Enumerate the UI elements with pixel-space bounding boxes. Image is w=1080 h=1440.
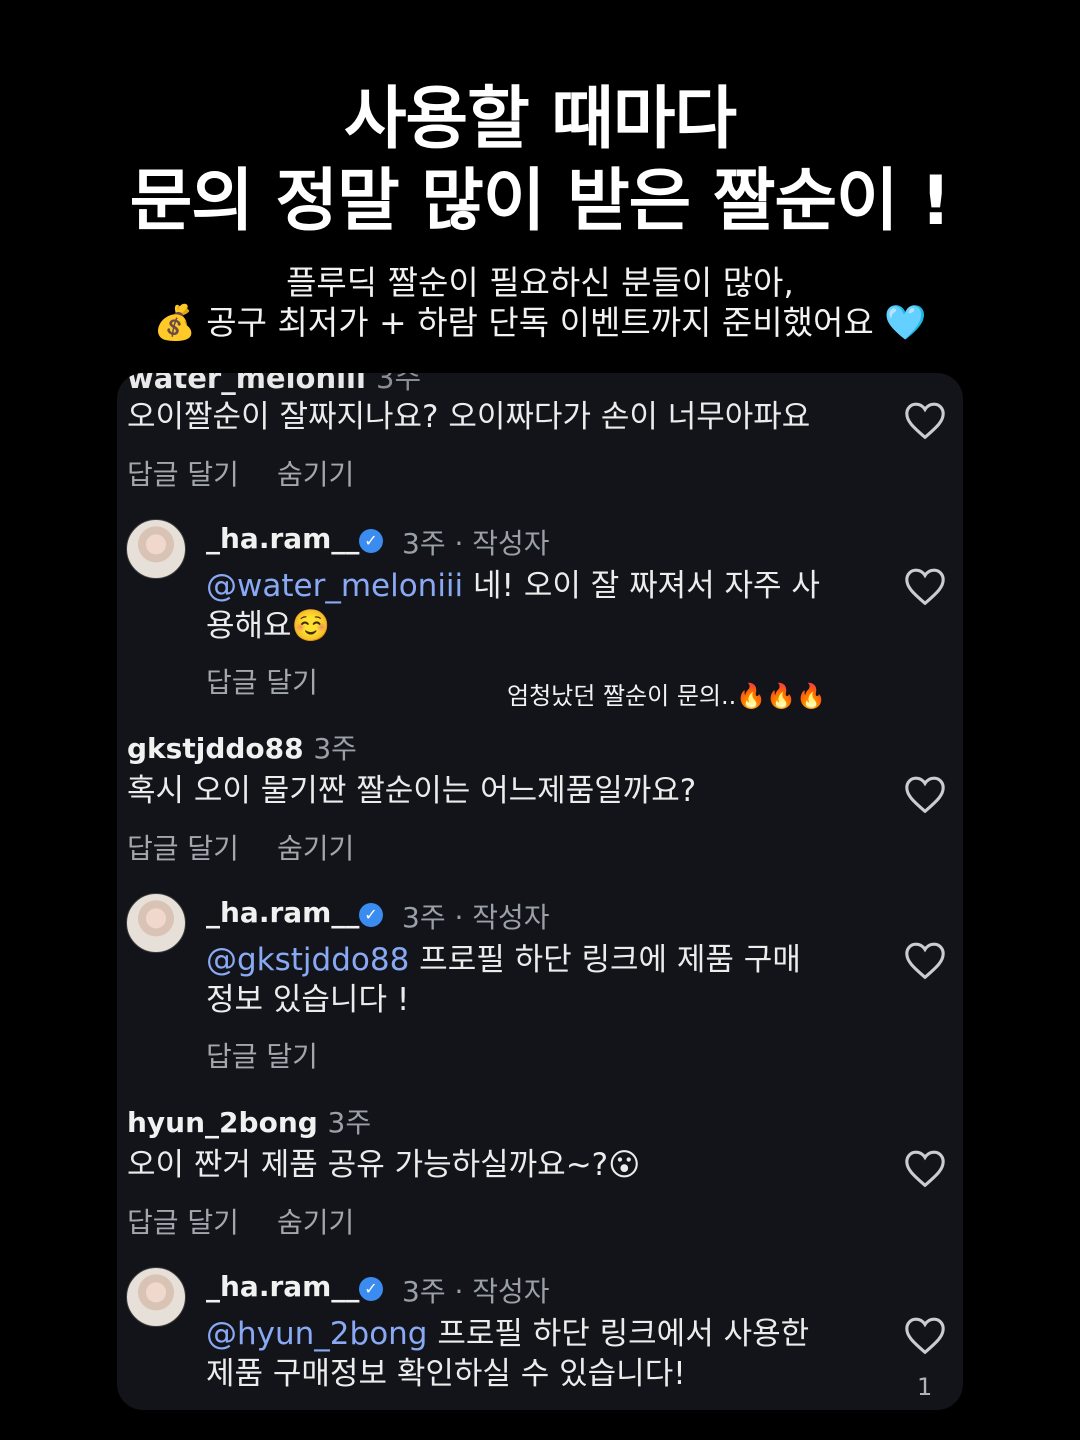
verified-badge-icon: ✓ (359, 1277, 383, 1301)
reply-text-line1: @gkstjddo88 프로필 하단 링크에 제품 구매 (206, 942, 801, 978)
like-count: 1 (917, 1373, 933, 1401)
comment-username-cut[interactable]: water_meloniii 3주 (127, 373, 421, 397)
money-bag-icon: 💰 (153, 303, 196, 343)
verified-badge-icon: ✓ (359, 529, 383, 553)
light-blue-heart-icon: 🩵 (884, 303, 927, 343)
hide-button[interactable]: 숨기기 (277, 827, 354, 867)
annotation-caption: 엄청났던 짤순이 문의..🔥🔥🔥 (507, 682, 826, 710)
reply-meta: 3주 · 작성자 (402, 901, 550, 934)
reply-button[interactable]: 답글 달기 (127, 1201, 239, 1241)
reply-meta: 3주 · 작성자 (402, 1275, 550, 1308)
reply-text-line2: 용해요☺️ (206, 608, 331, 644)
reply-username[interactable]: _ha.ram__ (206, 522, 359, 555)
mention-link[interactable]: @hyun_2bong (206, 1316, 427, 1352)
surprised-face-icon: 😮 (608, 1147, 641, 1183)
mention-link[interactable]: @gkstjddo88 (206, 942, 409, 978)
mention-link[interactable]: @water_meloniii (206, 568, 463, 604)
verified-badge-icon: ✓ (359, 903, 383, 927)
hide-button[interactable]: 숨기기 (277, 1201, 354, 1241)
reply-button[interactable]: 답글 달기 (206, 1035, 318, 1075)
reply-text-line2: 제품 구매정보 확인하실 수 있습니다! (206, 1356, 686, 1392)
comment-text: 혹시 오이 물기짠 짤순이는 어느제품일까요? (127, 773, 697, 809)
heart-icon[interactable] (903, 774, 947, 814)
hide-button[interactable]: 숨기기 (277, 453, 354, 493)
subtitle-line2: 💰 공구 최저가 + 하람 단독 이벤트까지 준비했어요 🩵 (0, 303, 1080, 343)
reply-text-line1: @water_meloniii 네! 오이 잘 짜져서 자주 사 (206, 568, 820, 604)
page-title-line2: 문의 정말 많이 받은 짤순이 ! (129, 162, 952, 241)
reply-username[interactable]: _ha.ram__ (206, 1270, 359, 1303)
subtitle-line2-text: 공구 최저가 + 하람 단독 이벤트까지 준비했어요 (206, 303, 874, 342)
avatar[interactable] (126, 893, 186, 953)
comment-username[interactable]: gkstjddo88 3주 (127, 727, 357, 767)
page-title-line1: 사용할 때마다 (343, 80, 737, 159)
avatar[interactable] (126, 1267, 186, 1327)
reply-username[interactable]: _ha.ram__ (206, 896, 359, 929)
heart-icon[interactable] (903, 1148, 947, 1188)
reply-button[interactable]: 답글 달기 (127, 827, 239, 867)
heart-icon[interactable] (903, 1315, 947, 1355)
comment-text: 오이짤순이 잘짜지나요? 오이짜다가 손이 너무아파요 (127, 399, 811, 435)
heart-icon[interactable] (903, 400, 947, 440)
reply-button[interactable]: 답글 달기 (206, 661, 318, 701)
comment-username[interactable]: hyun_2bong 3주 (127, 1101, 371, 1141)
heart-icon[interactable] (903, 940, 947, 980)
reply-text-line1: @hyun_2bong 프로필 하단 링크에서 사용한 (206, 1316, 810, 1352)
subtitle-line1: 플루딕 짤순이 필요하신 분들이 많아, (286, 263, 794, 302)
avatar[interactable] (126, 519, 186, 579)
comments-panel: water_meloniii 3주 오이짤순이 잘짜지나요? 오이짜다가 손이 … (117, 373, 963, 1410)
comment-text: 오이 짠거 제품 공유 가능하실까요~?😮 (127, 1147, 641, 1183)
reply-meta: 3주 · 작성자 (402, 527, 550, 560)
reply-text-line2: 정보 있습니다 ! (206, 982, 410, 1018)
heart-icon[interactable] (903, 566, 947, 606)
reply-button[interactable]: 답글 달기 (127, 453, 239, 493)
smiling-face-icon: ☺️ (291, 608, 331, 644)
